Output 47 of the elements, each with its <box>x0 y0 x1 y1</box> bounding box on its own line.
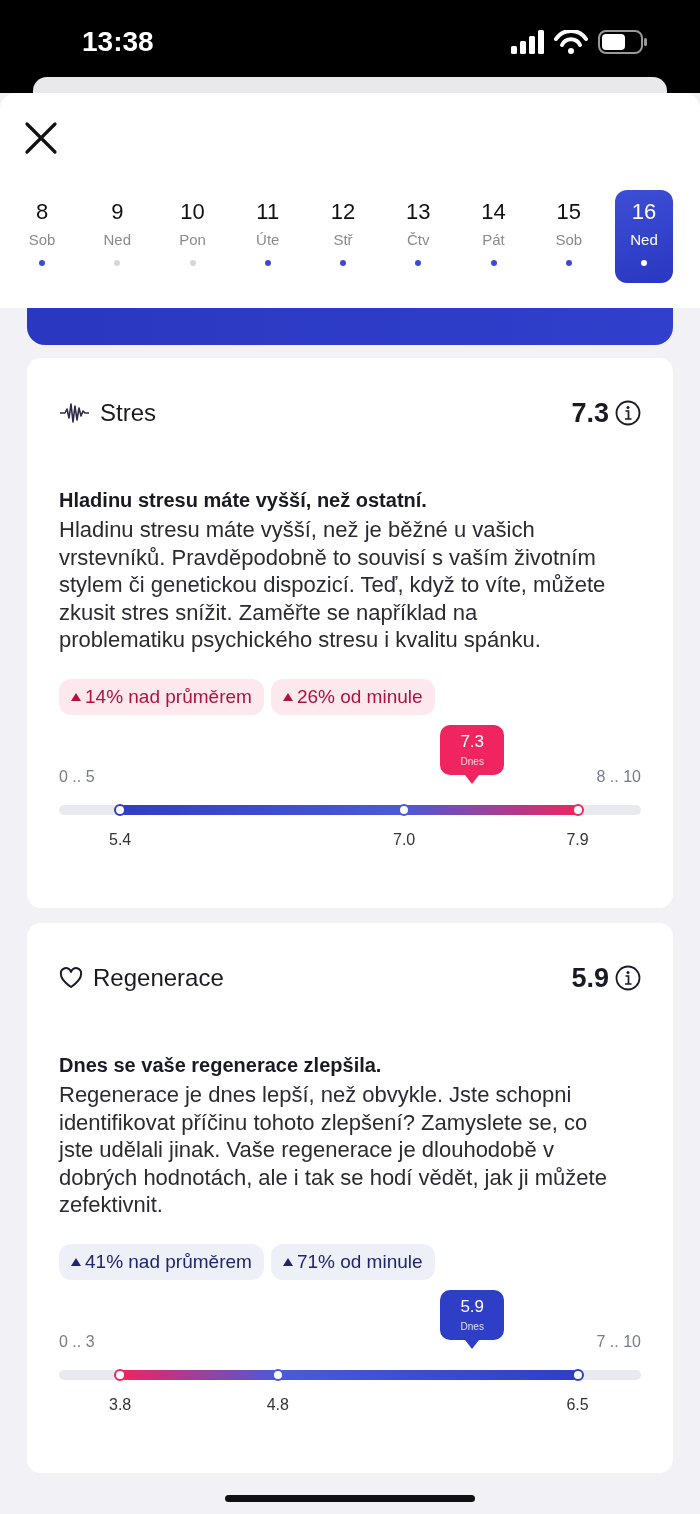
day-tab[interactable]: 12 Stř <box>314 190 372 283</box>
triangle-up-icon <box>71 692 81 701</box>
waveform-icon <box>59 401 90 425</box>
change-badge: 71% od minule <box>270 1243 435 1280</box>
day-tab[interactable]: 8 Sob <box>13 190 71 283</box>
card-headline: Dnes se vaše regenerace zlepšila. <box>59 1054 383 1077</box>
card-description: Regenerace je dnes lepší, než obvykle. Jste schopni identifikovat příčinu tohoto zlepšení? Zamyslete se, co jste udělali jinak. Vaše regenerace je dlouhodobě v dobrých hodnotách, ale i tak se hodí vědět, jak ji můžete zefektivnit. <box>59 1081 607 1219</box>
range-value-label: 7.9 <box>566 830 589 849</box>
day-tab[interactable]: 16 Ned <box>615 190 673 283</box>
card-title: Stres <box>100 399 156 427</box>
heart-icon <box>59 967 83 989</box>
range-value-label: 3.8 <box>109 1395 132 1414</box>
triangle-up-icon <box>282 692 293 701</box>
card-description: Hladinu stresu máte vyšší, než je běžné u vašich vrstevníků. Pravděpodobně to souvisí s vaším životním stylem či genetickou dispozicí. Teď, když to víte, můžete zkusit stres snížit. Zaměřte se například na problematiku psychického stresu i kvalitu spánku. <box>59 516 607 654</box>
day-tab[interactable]: 9 Ned <box>88 190 147 283</box>
today-tooltip: 7.3 Dnes <box>440 724 505 784</box>
change-badge: 26% od minule <box>270 678 435 715</box>
range-high-label: 7 .. 10 <box>596 1332 641 1351</box>
day-tab[interactable]: 10 Pon <box>163 190 222 283</box>
info-icon[interactable] <box>615 400 641 426</box>
range-low-label: 0 .. 3 <box>59 1332 95 1351</box>
score-value: 7.3 <box>571 397 609 429</box>
today-tooltip: 5.9 Dnes <box>440 1289 505 1349</box>
change-badge: 41% nad průměrem <box>59 1243 264 1280</box>
range-value-label: 5.4 <box>109 830 132 849</box>
change-badge: 14% nad průměrem <box>59 678 264 715</box>
triangle-up-icon <box>71 1257 81 1266</box>
close-button[interactable] <box>24 121 58 155</box>
range-low-label: 0 .. 5 <box>59 767 95 786</box>
triangle-up-icon <box>282 1257 293 1266</box>
wifi-icon <box>554 30 588 54</box>
day-tab[interactable]: 13 Čtv <box>389 190 448 283</box>
battery-icon <box>598 30 648 54</box>
card-title: Regenerace <box>93 964 224 992</box>
range-value-label: 4.8 <box>266 1395 289 1414</box>
close-icon <box>24 121 58 155</box>
range-value-label: 7.0 <box>393 830 416 849</box>
status-time: 13:38 <box>82 26 154 58</box>
day-tab[interactable]: 14 Pát <box>464 190 523 283</box>
signal-icon <box>511 30 544 54</box>
info-icon[interactable] <box>615 965 641 991</box>
day-tab[interactable]: 15 Sob <box>539 190 598 283</box>
range-high-label: 8 .. 10 <box>596 767 641 786</box>
card-headline: Hladinu stresu máte vyšší, než ostatní. <box>59 489 428 512</box>
score-value: 5.9 <box>571 962 609 994</box>
range-value-label: 6.5 <box>566 1395 589 1414</box>
day-tab[interactable]: 11 Úte <box>238 190 297 283</box>
